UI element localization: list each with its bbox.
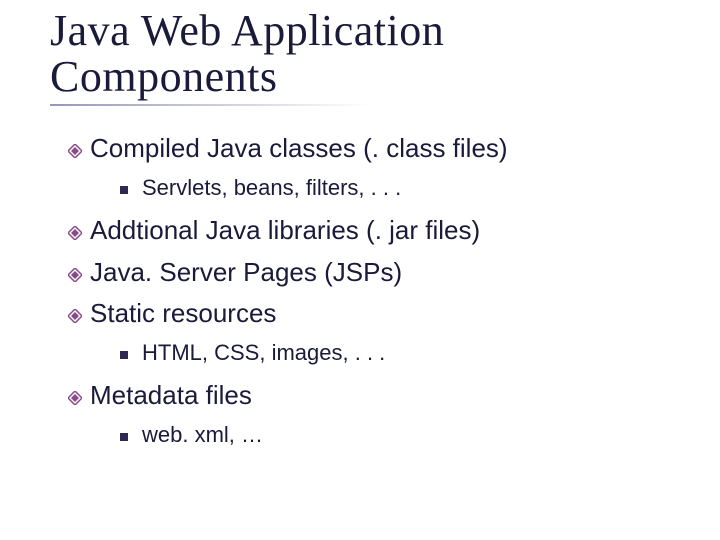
list-item-text: Metadata files — [90, 377, 690, 415]
square-bullet-icon — [120, 186, 128, 194]
slide-title: Java Web Application Components — [50, 8, 690, 100]
slide-body: Compiled Java classes (. class files) Se… — [50, 130, 690, 450]
title-line-2: Components — [50, 52, 277, 101]
list-item-text: Static resources — [90, 295, 690, 333]
list-item: Metadata files — [68, 377, 690, 415]
square-bullet-icon — [120, 433, 128, 441]
diamond-bullet-icon — [68, 268, 82, 282]
list-item: Static resources — [68, 295, 690, 333]
list-subitem: HTML, CSS, images, . . . — [120, 337, 690, 369]
slide: Java Web Application Components Compiled… — [0, 0, 720, 540]
list-subitem-text: HTML, CSS, images, . . . — [142, 337, 690, 369]
list-subitem: Servlets, beans, filters, . . . — [120, 172, 690, 204]
title-line-1: Java Web Application — [50, 6, 444, 55]
diamond-bullet-icon — [68, 391, 82, 405]
list-item-text: Java. Server Pages (JSPs) — [90, 254, 690, 292]
list-item: Java. Server Pages (JSPs) — [68, 254, 690, 292]
list-item: Addtional Java libraries (. jar files) — [68, 212, 690, 250]
list-item-text: Compiled Java classes (. class files) — [90, 130, 690, 168]
title-underline — [50, 104, 370, 106]
diamond-bullet-icon — [68, 309, 82, 323]
list-item: Compiled Java classes (. class files) — [68, 130, 690, 168]
list-subitem-text: web. xml, … — [142, 419, 690, 451]
diamond-bullet-icon — [68, 226, 82, 240]
list-subitem: web. xml, … — [120, 419, 690, 451]
diamond-bullet-icon — [68, 144, 82, 158]
list-item-text: Addtional Java libraries (. jar files) — [90, 212, 690, 250]
square-bullet-icon — [120, 351, 128, 359]
list-subitem-text: Servlets, beans, filters, . . . — [142, 172, 690, 204]
